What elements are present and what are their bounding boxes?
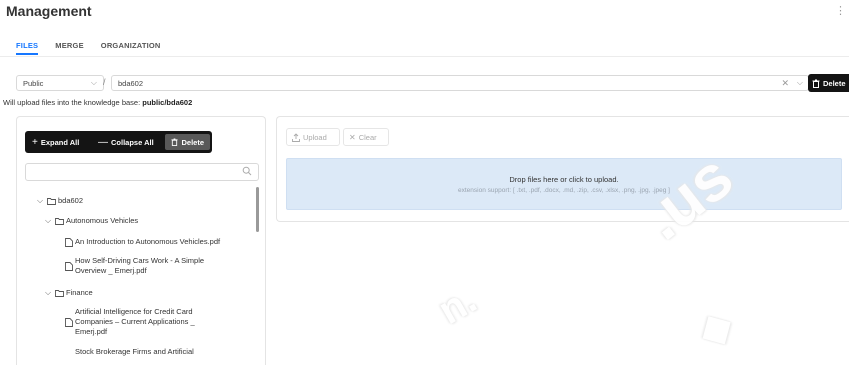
tree-file-label-line: Stock Brokerage Firms and Artificial	[75, 347, 194, 356]
upload-icon	[292, 132, 300, 142]
tree-file-label-line: How Self-Driving Cars Work - A Simple	[75, 256, 205, 265]
tree-folder-label: bda602	[58, 196, 84, 205]
tree-folder-label: Finance	[66, 288, 93, 297]
tree-delete-label: Delete	[181, 137, 204, 147]
upload-target-path: public/bda602	[142, 98, 193, 107]
plus-icon: +	[32, 136, 38, 148]
clear-button[interactable]: ✕ Clear	[343, 128, 389, 146]
tab-files[interactable]: FILES	[16, 41, 38, 50]
tree-file-label-line: Companies – Current Applications _	[75, 317, 195, 326]
tree-file[interactable]: Artificial Intelligence for Credit Card …	[65, 307, 195, 337]
expand-all-label: Expand All	[40, 137, 80, 147]
tab-divider	[0, 56, 849, 57]
expand-all-button[interactable]: + Expand All	[32, 131, 79, 153]
chevron-down-icon: ⌵	[45, 288, 52, 297]
tree-toolbar: + Expand All — Collapse All Delete	[25, 131, 212, 153]
close-icon: ✕	[349, 132, 356, 142]
chevron-down-icon: ⌵	[37, 196, 44, 205]
file-icon	[65, 238, 73, 247]
upload-target-prefix: Will upload files into the knowledge bas…	[3, 98, 141, 107]
delete-path-button[interactable]: Delete	[808, 74, 849, 92]
file-icon	[65, 318, 73, 327]
tree-folder-finance[interactable]: ⌵ Finance	[45, 288, 93, 298]
tab-organization[interactable]: ORGANIZATION	[101, 41, 161, 50]
dropzone-extensions: extension support: [ .txt, .pdf, .docx, …	[458, 187, 670, 194]
tree-file-label-line: Artificial Intelligence for Credit Card	[75, 307, 193, 316]
file-dropzone[interactable]: Drop files here or click to upload. exte…	[286, 158, 842, 210]
minus-icon: —	[98, 136, 108, 148]
trash-icon	[171, 138, 179, 146]
trash-icon	[812, 79, 820, 88]
tree-search-input[interactable]	[25, 163, 259, 181]
tree-file[interactable]: How Self-Driving Cars Work - A Simple Ov…	[65, 256, 204, 276]
tab-bar: FILES MERGE ORGANIZATION	[16, 41, 161, 50]
search-icon	[242, 166, 252, 176]
chevron-down-icon[interactable]: ⌵	[797, 78, 803, 88]
path-input[interactable]: bda602 ✕ ⌵	[111, 75, 809, 91]
dropzone-text: Drop files here or click to upload.	[509, 175, 619, 184]
upload-target-hint: Will upload files into the knowledge bas…	[3, 98, 192, 107]
scope-select[interactable]: Public ⌵	[16, 75, 104, 91]
collapse-all-label: Collapse All	[111, 137, 154, 147]
tree-file-label-wrap: Artificial Intelligence for Credit Card …	[75, 307, 195, 337]
clear-label: Clear	[358, 132, 377, 142]
more-options-icon[interactable]: ⋮	[835, 4, 846, 17]
active-tab-indicator	[16, 53, 38, 55]
tree-folder-autonomous[interactable]: ⌵ Autonomous Vehicles	[45, 216, 138, 226]
page-title: Management	[6, 3, 92, 19]
tree-delete-button[interactable]: Delete	[165, 134, 210, 150]
file-tree-panel: + Expand All — Collapse All Delete ⌵ bda…	[16, 116, 266, 365]
watermark-graphic: ◆	[691, 301, 740, 355]
tree-file-label-wrap: How Self-Driving Cars Work - A Simple Ov…	[75, 256, 204, 276]
tab-merge[interactable]: MERGE	[55, 41, 84, 50]
collapse-all-button[interactable]: — Collapse All	[98, 131, 154, 153]
tree-file-label: An Introduction to Autonomous Vehicles.p…	[75, 237, 221, 246]
tree-folder-root[interactable]: ⌵ bda602	[37, 196, 83, 206]
folder-icon	[55, 290, 64, 297]
watermark-graphic: n.	[431, 277, 484, 334]
tree-file[interactable]: Stock Brokerage Firms and Artificial	[75, 347, 194, 357]
tree-file-label-line: Overview _ Emerj.pdf	[75, 266, 147, 275]
folder-icon	[47, 198, 56, 205]
scope-select-value: Public	[23, 79, 44, 88]
delete-path-label: Delete	[823, 78, 846, 88]
clear-path-icon[interactable]: ✕	[781, 78, 789, 89]
tree-file[interactable]: An Introduction to Autonomous Vehicles.p…	[65, 237, 220, 247]
tree-file-label-line: Emerj.pdf	[75, 327, 108, 336]
chevron-down-icon: ⌵	[45, 216, 52, 225]
path-separator: /	[103, 77, 106, 87]
tree-scrollbar[interactable]	[256, 187, 259, 232]
path-input-value: bda602	[118, 79, 144, 88]
upload-button[interactable]: Upload	[286, 128, 340, 146]
folder-icon	[55, 218, 64, 225]
chevron-down-icon: ⌵	[90, 78, 97, 87]
file-icon	[65, 262, 73, 271]
upload-label: Upload	[303, 132, 327, 142]
tree-folder-label: Autonomous Vehicles	[66, 216, 139, 225]
